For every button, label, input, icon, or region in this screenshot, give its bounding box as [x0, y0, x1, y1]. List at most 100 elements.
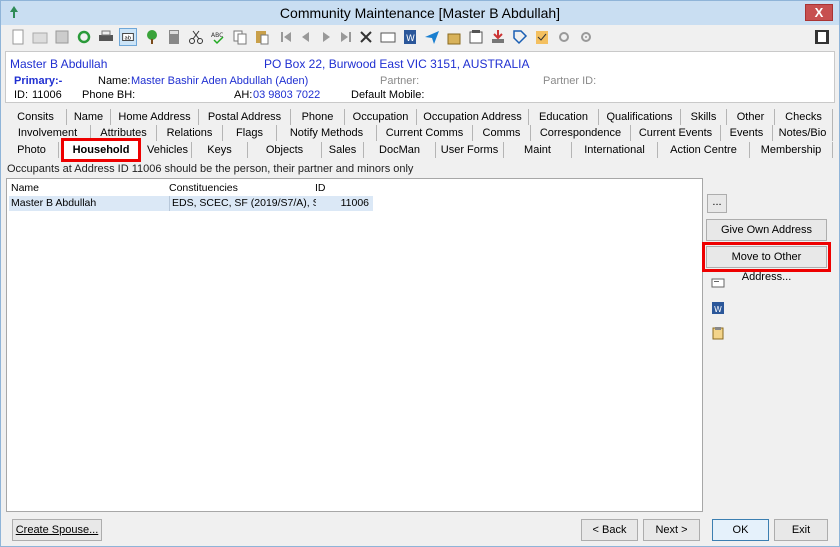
first-record-icon[interactable]: [277, 28, 295, 46]
tab-vehicles[interactable]: Vehicles: [144, 142, 192, 158]
tab-current-events[interactable]: Current Events: [631, 125, 721, 141]
svg-text:W: W: [714, 305, 722, 314]
bag-icon[interactable]: [445, 28, 463, 46]
clipboard-icon[interactable]: [710, 325, 726, 341]
contact-address: PO Box 22, Burwood East VIC 3151, AUSTRA…: [264, 57, 530, 71]
tab-current-comms[interactable]: Current Comms: [377, 125, 473, 141]
open-icon[interactable]: [31, 28, 49, 46]
cut-icon[interactable]: [187, 28, 205, 46]
title-bar: Community Maintenance [Master B Abdullah…: [1, 1, 839, 25]
tab-skills[interactable]: Skills: [681, 109, 727, 125]
close-button[interactable]: X: [805, 4, 833, 21]
tab-household[interactable]: Household: [61, 138, 141, 162]
send-icon[interactable]: [423, 28, 441, 46]
give-own-address-button[interactable]: Give Own Address: [706, 219, 827, 241]
tab-action-centre[interactable]: Action Centre: [658, 142, 750, 158]
word-doc-icon[interactable]: W: [710, 300, 726, 316]
address-card-icon[interactable]: [710, 275, 726, 291]
row-id: 11006: [340, 197, 369, 209]
tab-international[interactable]: International: [572, 142, 658, 158]
tab-maint[interactable]: Maint: [504, 142, 572, 158]
tab-notes-bio[interactable]: Notes/Bio: [773, 125, 833, 141]
delete-icon[interactable]: [357, 28, 375, 46]
tab-occupation[interactable]: Occupation: [345, 109, 417, 125]
tab-phone[interactable]: Phone: [291, 109, 345, 125]
refresh-icon[interactable]: [75, 28, 93, 46]
window-title: Community Maintenance [Master B Abdullah…: [279, 5, 561, 21]
tab-consits[interactable]: Consits: [5, 109, 67, 125]
next-button[interactable]: Next >: [643, 519, 700, 541]
new-icon[interactable]: [9, 28, 27, 46]
back-button[interactable]: < Back: [581, 519, 638, 541]
paste-icon[interactable]: [253, 28, 271, 46]
name-label: Name:: [98, 75, 131, 87]
checklist-icon[interactable]: [533, 28, 551, 46]
tab-occupation-address[interactable]: Occupation Address: [417, 109, 529, 125]
tab-postal-address[interactable]: Postal Address: [199, 109, 291, 125]
tab-objects[interactable]: Objects: [248, 142, 322, 158]
occupants-list[interactable]: Name Constituencies ID Master B Abdullah…: [6, 178, 703, 512]
card-icon[interactable]: [379, 28, 397, 46]
tab-photo[interactable]: Photo: [5, 142, 59, 158]
tree-icon[interactable]: [143, 28, 161, 46]
export-icon[interactable]: [489, 28, 507, 46]
tag-icon[interactable]: [511, 28, 529, 46]
ah-value: 03 9803 7022: [253, 89, 321, 101]
primary-label: Primary:-: [14, 75, 63, 87]
next-record-icon[interactable]: [317, 28, 335, 46]
id-label: ID:: [14, 89, 29, 101]
create-spouse-label: Create Spouse...: [15, 524, 99, 536]
exit-button[interactable]: Exit: [774, 519, 828, 541]
calculator-icon[interactable]: [165, 28, 183, 46]
tab-comms[interactable]: Comms: [473, 125, 531, 141]
rename-field-icon[interactable]: ab: [119, 28, 137, 46]
last-record-icon[interactable]: [337, 28, 355, 46]
toolbar: ab ABC W: [5, 25, 837, 49]
tab-education[interactable]: Education: [529, 109, 599, 125]
column-header-name[interactable]: Name: [11, 181, 161, 196]
tab-notify-methods[interactable]: Notify Methods: [277, 125, 377, 141]
tab-qualifications[interactable]: Qualifications: [599, 109, 681, 125]
highlight-move-address: [702, 242, 831, 272]
tab-correspondence[interactable]: Correspondence: [531, 125, 631, 141]
name-value: Master Bashir Aden Abdullah (Aden): [131, 75, 309, 87]
table-row[interactable]: Master B Abdullah EDS, SCEC, SF (2019/S7…: [9, 196, 373, 211]
tab-membership[interactable]: Membership: [750, 142, 833, 158]
ah-label: AH:: [234, 89, 253, 101]
column-header-constituencies[interactable]: Constituencies: [169, 181, 309, 196]
create-spouse-button[interactable]: Create Spouse...: [12, 519, 102, 541]
spellcheck-icon[interactable]: ABC: [209, 28, 227, 46]
tab-name[interactable]: Name: [67, 109, 111, 125]
settings-alt-icon[interactable]: [577, 28, 595, 46]
svg-text:ab: ab: [124, 36, 131, 42]
copy-icon[interactable]: [231, 28, 249, 46]
community-maintenance-window: Community Maintenance [Master B Abdullah…: [0, 0, 840, 547]
ellipsis-button[interactable]: ...: [707, 194, 727, 213]
list-header: Name Constituencies ID: [9, 181, 373, 197]
prev-record-icon[interactable]: [297, 28, 315, 46]
tab-docman[interactable]: DocMan: [364, 142, 436, 158]
tab-checks[interactable]: Checks: [775, 109, 833, 125]
ok-button[interactable]: OK: [712, 519, 769, 541]
tab-other[interactable]: Other: [727, 109, 775, 125]
tab-keys[interactable]: Keys: [192, 142, 248, 158]
edit-record-icon[interactable]: [467, 28, 485, 46]
svg-text:W: W: [406, 34, 415, 44]
row-constituencies: EDS, SCEC, SF (2019/S7/A), SP (: [169, 196, 316, 211]
word-icon[interactable]: W: [401, 28, 419, 46]
exit-icon[interactable]: [813, 28, 831, 46]
id-value: 11006: [32, 89, 62, 101]
contact-name: Master B Abdullah: [10, 57, 108, 71]
tab-home-address[interactable]: Home Address: [111, 109, 199, 125]
save-icon[interactable]: [53, 28, 71, 46]
column-header-id[interactable]: ID: [315, 181, 365, 196]
row-name: Master B Abdullah: [11, 197, 97, 209]
tab-flags[interactable]: Flags: [223, 125, 277, 141]
tab-events[interactable]: Events: [721, 125, 773, 141]
tab-sales[interactable]: Sales: [322, 142, 364, 158]
settings-icon[interactable]: [555, 28, 573, 46]
default-mobile-label: Default Mobile:: [351, 89, 425, 101]
tab-user-forms[interactable]: User Forms: [436, 142, 504, 158]
print-icon[interactable]: [97, 28, 115, 46]
tab-relations[interactable]: Relations: [157, 125, 223, 141]
